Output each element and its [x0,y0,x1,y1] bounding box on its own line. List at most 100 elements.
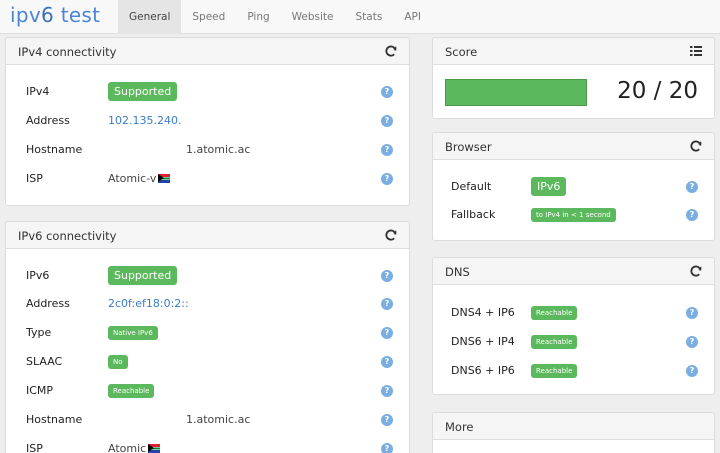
row-label: Address [26,114,70,127]
tab-general[interactable]: General [118,0,182,34]
list-icon[interactable] [689,44,703,58]
reachable-badge: Reachable [531,306,578,320]
row-label: IPv6 [26,269,50,282]
address-row: Address 102.135.240. ? [6,111,409,131]
default-row: Default IPv6 ? [433,177,714,197]
reachable-badge: Reachable [531,335,578,349]
fallback-row: Fallback to IPv4 in < 1 second ? [433,205,714,225]
slaac-badge: No [108,355,128,369]
help-icon[interactable]: ? [381,385,393,397]
type-badge: Native IPv6 [108,326,158,340]
fallback-badge: to IPv4 in < 1 second [531,208,616,222]
help-icon[interactable]: ? [381,327,393,339]
logo-text-test: test [54,3,101,27]
panel-title: IPv4 connectivity [18,45,117,59]
score-value: 20 / 20 [617,78,698,104]
status-badge: Supported [108,82,178,101]
tab-stats[interactable]: Stats [345,0,394,34]
help-icon[interactable]: ? [686,307,698,319]
panel-header: DNS [433,258,714,285]
isp-row: ISP Atomic ? [6,439,409,453]
top-navbar: ipv6 test General Speed Ping Website Sta… [0,0,720,34]
help-icon[interactable]: ? [381,298,393,310]
help-icon[interactable]: ? [381,115,393,127]
help-icon[interactable]: ? [381,144,393,156]
panel-header: More [433,413,714,440]
panel-header: IPv4 connectivity [6,38,409,65]
tab-speed[interactable]: Speed [181,0,236,34]
row-label: Type [26,326,52,339]
row-label: Hostname [26,143,83,156]
row-label: ISP [26,442,43,453]
ipv6-row: IPv6 Supported ? [6,266,409,286]
row-label: Address [26,297,70,310]
help-icon[interactable]: ? [381,443,393,453]
logo-text-ipv: ipv [10,3,41,27]
ipv4-connectivity-panel: IPv4 connectivity IPv4 Supported ? Addre… [5,37,410,206]
panel-title: IPv6 connectivity [18,229,117,243]
row-label: ICMP [26,384,54,397]
row-label: DNS6 + IP4 [451,335,515,348]
ipv4-row: IPv4 Supported ? [6,82,409,102]
refresh-icon[interactable] [689,139,703,153]
row-label: Default [451,180,492,193]
site-logo[interactable]: ipv6 test [10,3,100,27]
browser-panel: Browser Default IPv6 ? Fallback to IPv4 … [432,132,715,241]
type-row: Type Native IPv6 ? [6,323,409,343]
isp-name: Atomic [108,442,147,453]
isp-value: Atomic [108,442,161,453]
ipv6-connectivity-panel: IPv6 connectivity IPv6 Supported ? Addre… [5,221,410,453]
address-row: Address 2c0f:ef18:0:2:: ? [6,294,409,314]
score-panel: Score 20 / 20 [432,37,715,119]
help-icon[interactable]: ? [686,365,698,377]
panel-title: DNS [445,265,470,279]
refresh-icon[interactable] [384,228,398,242]
panel-title: Browser [445,140,492,154]
address-link[interactable]: 2c0f:ef18:0:2:: [108,297,189,310]
row-label: Fallback [451,208,496,221]
hostname-row: Hostname 1.atomic.ac ? [6,410,409,430]
help-icon[interactable]: ? [381,414,393,426]
help-icon[interactable]: ? [381,86,393,98]
flag-icon [148,444,161,453]
help-icon[interactable]: ? [381,356,393,368]
refresh-icon[interactable] [689,264,703,278]
tab-api[interactable]: API [393,0,432,34]
row-label: DNS6 + IP6 [451,364,515,377]
tab-ping[interactable]: Ping [236,0,280,34]
reachable-badge: Reachable [531,364,578,378]
help-icon[interactable]: ? [381,270,393,282]
logo-text-six: 6 [41,3,55,27]
main-nav: General Speed Ping Website Stats API [118,0,432,34]
help-icon[interactable]: ? [686,336,698,348]
refresh-icon[interactable] [384,44,398,58]
tab-website[interactable]: Website [281,0,345,34]
row-label: Hostname [26,413,83,426]
row-label: IPv4 [26,85,50,98]
row-label: SLAAC [26,355,63,368]
slaac-row: SLAAC No ? [6,352,409,372]
row-label: ISP [26,172,43,185]
hostname-value: 1.atomic.ac [186,143,251,156]
more-panel: More [432,412,715,453]
address-link[interactable]: 102.135.240. [108,114,181,127]
hostname-row: Hostname 1.atomic.ac ? [6,140,409,160]
dns6-ip6-row: DNS6 + IP6 Reachable ? [433,361,714,381]
hostname-value: 1.atomic.ac [186,413,251,426]
panel-header: IPv6 connectivity [6,222,409,249]
panel-header: Score [433,38,714,65]
score-progress-bar [445,79,587,106]
dns6-ip4-row: DNS6 + IP4 Reachable ? [433,332,714,352]
isp-name: Atomic-v [108,172,157,185]
help-icon[interactable]: ? [686,181,698,193]
panel-header: Browser [433,133,714,160]
panel-title: More [445,420,474,434]
status-badge: Supported [108,266,178,285]
icmp-badge: Reachable [108,384,155,398]
isp-value: Atomic-v [108,172,171,185]
row-label: DNS4 + IP6 [451,306,515,319]
help-icon[interactable]: ? [381,173,393,185]
help-icon[interactable]: ? [686,209,698,221]
dns-panel: DNS DNS4 + IP6 Reachable ? DNS6 + IP4 Re… [432,257,715,395]
panel-title: Score [445,45,478,59]
